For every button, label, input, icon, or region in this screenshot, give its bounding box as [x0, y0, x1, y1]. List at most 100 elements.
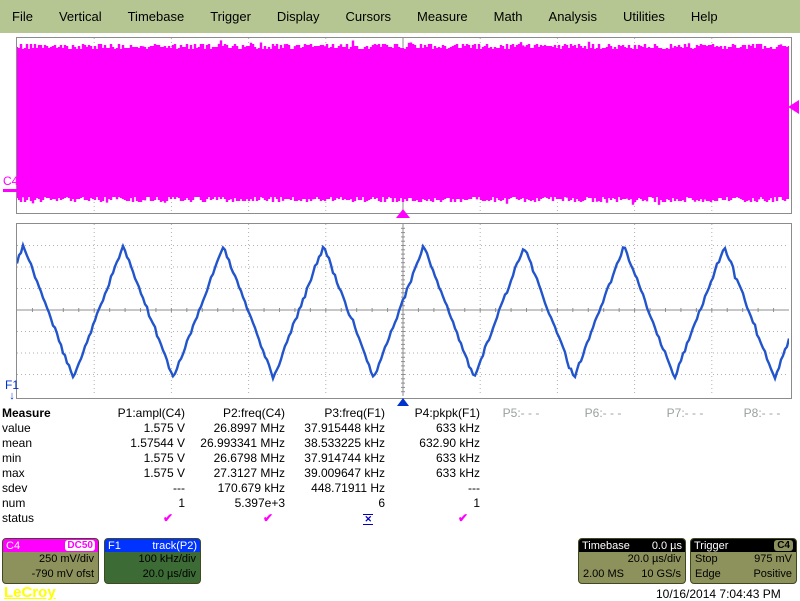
- measure-max-p4: 633 kHz: [385, 466, 480, 481]
- menu-trigger[interactable]: Trigger: [210, 9, 251, 24]
- measure-value-p2: 26.8997 MHz: [185, 421, 285, 436]
- measure-max-p6: [562, 466, 644, 481]
- measure-max-p2: 27.3127 MHz: [185, 466, 285, 481]
- menu-help[interactable]: Help: [691, 9, 718, 24]
- measure-min-p2: 26.6798 MHz: [185, 451, 285, 466]
- menu-measure[interactable]: Measure: [417, 9, 468, 24]
- c4-waveform[interactable]: [17, 40, 789, 205]
- measure-table: MeasureP1:ampl(C4)P2:freq(C4)P3:freq(F1)…: [2, 406, 798, 526]
- status-check-icon: ✔: [263, 511, 273, 525]
- measure-header-p7[interactable]: P7:- - -: [644, 406, 726, 421]
- measure-status-p8: [726, 511, 798, 526]
- measure-value-p1: 1.575 V: [58, 421, 185, 436]
- measure-min-p7: [644, 451, 726, 466]
- measure-min-p1: 1.575 V: [58, 451, 185, 466]
- status-pending-icon: ✕: [363, 514, 373, 525]
- measure-num-p5: [480, 496, 562, 511]
- measure-row-label-value: value: [2, 421, 58, 436]
- c4-trace[interactable]: [17, 38, 789, 211]
- menu-timebase[interactable]: Timebase: [128, 9, 185, 24]
- waveform-grid-f1[interactable]: [16, 223, 792, 399]
- measure-sdev-p3: 448.71911 Hz: [285, 481, 385, 496]
- trigger-descriptor-box[interactable]: Trigger C4 Stop 975 mV Edge Positive: [690, 538, 797, 584]
- c4-descriptor-box[interactable]: C4 DC50 250 mV/div -790 mV ofst: [2, 538, 99, 584]
- measure-status-p3: ✕: [285, 511, 385, 526]
- measure-value-p3: 37.915448 kHz: [285, 421, 385, 436]
- measure-max-p5: [480, 466, 562, 481]
- f1-trace-label[interactable]: F1 ↓: [5, 380, 19, 401]
- measure-status-p6: [562, 511, 644, 526]
- measure-num-p3: 6: [285, 496, 385, 511]
- trigger-mode: Stop: [695, 552, 718, 567]
- measure-row-label-min: min: [2, 451, 58, 466]
- measure-header-p1[interactable]: P1:ampl(C4): [58, 406, 185, 421]
- measure-value-p6: [562, 421, 644, 436]
- menu-utilities[interactable]: Utilities: [623, 9, 665, 24]
- status-check-icon: ✔: [163, 511, 173, 525]
- measure-max-p7: [644, 466, 726, 481]
- f1-vertical-scale: 100 kHz/div: [105, 552, 200, 567]
- measure-sdev-p6: [562, 481, 644, 496]
- measure-num-p6: [562, 496, 644, 511]
- measure-header-p3[interactable]: P3:freq(F1): [285, 406, 385, 421]
- measure-table-title: Measure: [2, 406, 58, 421]
- f1-source: track(P2): [152, 540, 197, 552]
- measure-mean-p4: 632.90 kHz: [385, 436, 480, 451]
- measure-mean-p1: 1.57544 V: [58, 436, 185, 451]
- measure-row-label-max: max: [2, 466, 58, 481]
- measure-row-label-status: status: [2, 511, 58, 526]
- measure-sdev-p4: ---: [385, 481, 480, 496]
- trigger-type: Edge: [695, 567, 721, 582]
- menu-display[interactable]: Display: [277, 9, 320, 24]
- timebase-position: 0.0 µs: [652, 540, 682, 552]
- timebase-descriptor-box[interactable]: Timebase 0.0 µs 20.0 µs/div 2.00 MS 10 G…: [578, 538, 686, 584]
- trigger-title: Trigger: [694, 540, 728, 552]
- measure-mean-p2: 26.993341 MHz: [185, 436, 285, 451]
- trigger-level-marker-icon[interactable]: [788, 100, 799, 114]
- menu-file[interactable]: File: [12, 9, 33, 24]
- c4-offset: -790 mV ofst: [3, 567, 98, 582]
- menu-math[interactable]: Math: [494, 9, 523, 24]
- measure-status-p4: ✔: [385, 511, 480, 526]
- c4-offset-marker[interactable]: [3, 189, 17, 192]
- measure-status-p2: ✔: [185, 511, 285, 526]
- f1-position-arrow-icon: ↓: [5, 391, 19, 401]
- measure-min-p5: [480, 451, 562, 466]
- f1-trace[interactable]: [17, 224, 789, 396]
- measure-header-p4[interactable]: P4:pkpk(F1): [385, 406, 480, 421]
- measure-header-p6[interactable]: P6:- - -: [562, 406, 644, 421]
- f1-trace-name: F1: [108, 540, 121, 552]
- menu-vertical[interactable]: Vertical: [59, 9, 102, 24]
- c4-channel-name: C4: [6, 540, 20, 552]
- measure-value-p5: [480, 421, 562, 436]
- trigger-time-marker-c4-icon[interactable]: [396, 209, 410, 218]
- timebase-scale: 20.0 µs/div: [579, 552, 685, 567]
- menu-cursors[interactable]: Cursors: [346, 9, 392, 24]
- measure-row-label-mean: mean: [2, 436, 58, 451]
- measure-row-label-num: num: [2, 496, 58, 511]
- measure-sdev-p7: [644, 481, 726, 496]
- timebase-title: Timebase: [582, 540, 630, 552]
- timebase-sample-rate: 10 GS/s: [641, 567, 681, 582]
- menu-analysis[interactable]: Analysis: [549, 9, 597, 24]
- measure-min-p6: [562, 451, 644, 466]
- measure-header-p8[interactable]: P8:- - -: [726, 406, 798, 421]
- measure-sdev-p2: 170.679 kHz: [185, 481, 285, 496]
- measure-status-p5: [480, 511, 562, 526]
- measure-sdev-p5: [480, 481, 562, 496]
- measure-max-p1: 1.575 V: [58, 466, 185, 481]
- f1-descriptor-box[interactable]: F1 track(P2) 100 kHz/div 20.0 µs/div: [104, 538, 201, 584]
- measure-sdev-p8: [726, 481, 798, 496]
- measure-mean-p3: 38.533225 kHz: [285, 436, 385, 451]
- status-check-icon: ✔: [458, 511, 468, 525]
- measure-max-p8: [726, 466, 798, 481]
- c4-trace-label[interactable]: C4: [3, 176, 18, 187]
- measure-header-p2[interactable]: P2:freq(C4): [185, 406, 285, 421]
- measure-mean-p8: [726, 436, 798, 451]
- measure-header-p5[interactable]: P5:- - -: [480, 406, 562, 421]
- measure-sdev-p1: ---: [58, 481, 185, 496]
- menu-bar: File Vertical Timebase Trigger Display Cursor…: [0, 0, 800, 33]
- measure-status-p1: ✔: [58, 511, 185, 526]
- trigger-time-marker-f1-icon[interactable]: [397, 398, 409, 406]
- waveform-grid-c4[interactable]: [16, 37, 792, 214]
